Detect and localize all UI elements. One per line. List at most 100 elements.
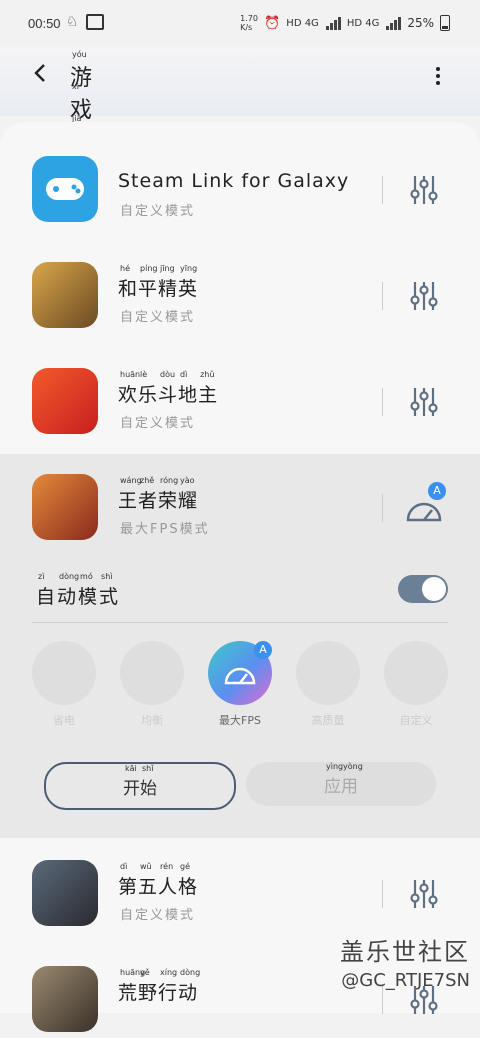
pinyin: dì (120, 862, 128, 871)
char: 精 jīng (158, 264, 179, 300)
pinyin: gé (180, 862, 191, 871)
more-options-button[interactable] (428, 64, 448, 88)
char: 用 yòng (341, 761, 363, 797)
option-power-saving[interactable] (32, 641, 96, 705)
option-custom[interactable] (384, 641, 448, 705)
option-label: 自定义 (399, 714, 433, 727)
pinyin: wáng (120, 476, 142, 485)
char: 动 dòng (57, 572, 80, 608)
option-high-quality[interactable] (296, 641, 360, 705)
pinyin: shǐ (142, 763, 154, 773)
option-label: 省电 (53, 714, 75, 727)
steam-link-icon (32, 156, 98, 222)
app-row-steam-link[interactable]: Steam Link for Galaxy 自定义模式 (0, 122, 480, 228)
pinyin: yòng (343, 761, 363, 771)
pinyin: zhě (140, 476, 155, 485)
char: 耀 yào (178, 476, 199, 512)
auto-mode-toggle[interactable] (398, 575, 448, 603)
notification-icon: ♘ (66, 14, 79, 30)
sliders-icon[interactable] (408, 384, 440, 420)
char: 荒 huāng (118, 968, 146, 1004)
app-name: 王 wáng 者 zhě 荣 róng 耀 yào (118, 476, 199, 513)
sliders-icon[interactable] (408, 876, 440, 912)
battery-icon (440, 15, 450, 31)
peace-elite-icon (32, 262, 98, 328)
apply-button[interactable]: 应 yìng 用 yòng (246, 762, 436, 806)
network-label-1: HD 4G (286, 17, 319, 29)
char: 模 mó (78, 572, 100, 608)
honor-of-kings-icon (32, 474, 98, 540)
battery-percent: 25% (407, 16, 434, 30)
app-name: 第 dì 五 wǔ 人 rén 格 gé (118, 862, 199, 899)
app-name: 和 hé 平 píng 精 jīng 英 yīng (118, 264, 199, 301)
start-button[interactable]: 开 kāi 始 shǐ (44, 762, 236, 810)
auto-badge: A (254, 641, 272, 659)
char: 第 dì (118, 862, 139, 898)
pinyin: zì (38, 572, 45, 581)
char: 野 yě (138, 968, 159, 1004)
signal-icon (325, 16, 341, 30)
divider (382, 880, 383, 908)
app-mode: 最大FPS模式 (120, 522, 210, 537)
char: 动 dòng (178, 968, 201, 1004)
app-row-honor-of-kings[interactable]: 王 wáng 者 zhě 荣 róng 耀 yào 最大FPS模式 A (0, 440, 480, 546)
pinyin: kāi (125, 763, 137, 773)
app-name: 欢 huān 乐 lè 斗 dòu 地 dì 主 zhǔ (118, 370, 219, 407)
pinyin: dòu (160, 370, 176, 379)
pinyin: rén (160, 862, 174, 871)
more-dot (436, 67, 440, 71)
app-row-peace-elite[interactable]: 和 hé 平 píng 精 jīng 英 yīng 自定义模式 (0, 228, 480, 334)
char: 始 shǐ (140, 763, 157, 799)
status-bar: 00:50 ♘ 1.70 K/s ⏰ HD 4G HD 4G 25% (0, 0, 480, 46)
status-right: 1.70 K/s ⏰ HD 4G HD 4G 25% (240, 14, 450, 32)
char: 和 hé (118, 264, 139, 300)
app-name: 荒 huāng 野 yě 行 xíng 动 dòng (118, 968, 201, 1005)
app-mode: 自定义模式 (120, 416, 196, 431)
char: 王 wáng (118, 476, 142, 512)
char: 者 zhě (138, 476, 159, 512)
option-balanced[interactable] (120, 641, 184, 705)
pinyin: lè (140, 370, 148, 379)
pinyin: yīng (180, 264, 198, 273)
back-arrow-icon (34, 64, 45, 82)
pinyin: yào (180, 476, 195, 485)
toggle-knob (422, 577, 446, 601)
char: 人 rén (158, 862, 179, 898)
sliders-icon[interactable] (408, 172, 440, 208)
knives-out-icon (32, 966, 98, 1032)
char: 英 yīng (178, 264, 199, 300)
auto-mode-label: 自 zì 动 dòng 模 mó 式 shì (36, 572, 120, 609)
pinyin: píng (140, 264, 158, 273)
watermark-title: 盖乐世社区 (340, 938, 470, 966)
back-button[interactable] (26, 58, 56, 88)
app-row-identity-v[interactable]: 第 dì 五 wǔ 人 rén 格 gé 自定义模式 (0, 826, 480, 932)
app-row-happy-landlord[interactable]: 欢 huān 乐 lè 斗 dòu 地 dì 主 zhǔ 自定义模式 (0, 334, 480, 440)
sliders-icon[interactable] (408, 278, 440, 314)
app-mode: 自定义模式 (120, 908, 196, 923)
char: 行 xíng (158, 968, 179, 1004)
char: 荣 róng (158, 476, 179, 512)
pinyin: huān (120, 370, 141, 379)
option-label: 高质量 (311, 714, 345, 727)
divider (382, 388, 383, 416)
char: 格 gé (178, 862, 199, 898)
divider (32, 622, 448, 623)
divider (382, 176, 383, 204)
network-speed: 1.70 K/s (240, 14, 258, 32)
identity-v-icon (32, 860, 98, 926)
char: 斗 dòu (158, 370, 179, 406)
pinyin: dì (180, 370, 188, 379)
pinyin: yìng (326, 761, 344, 771)
app-mode: 自定义模式 (120, 310, 196, 325)
divider (382, 282, 383, 310)
pinyin: mó (80, 572, 93, 581)
char: 主 zhǔ (198, 370, 219, 406)
pinyin: dòng (180, 968, 201, 977)
auto-badge: A (428, 482, 446, 500)
char: 平 píng (138, 264, 159, 300)
image-icon (86, 14, 104, 30)
watermark-handle: @GC_RTJE7SN (341, 970, 470, 991)
more-dot (436, 81, 440, 85)
app-mode: 自定义模式 (120, 204, 196, 219)
option-label: 均衡 (141, 714, 163, 727)
